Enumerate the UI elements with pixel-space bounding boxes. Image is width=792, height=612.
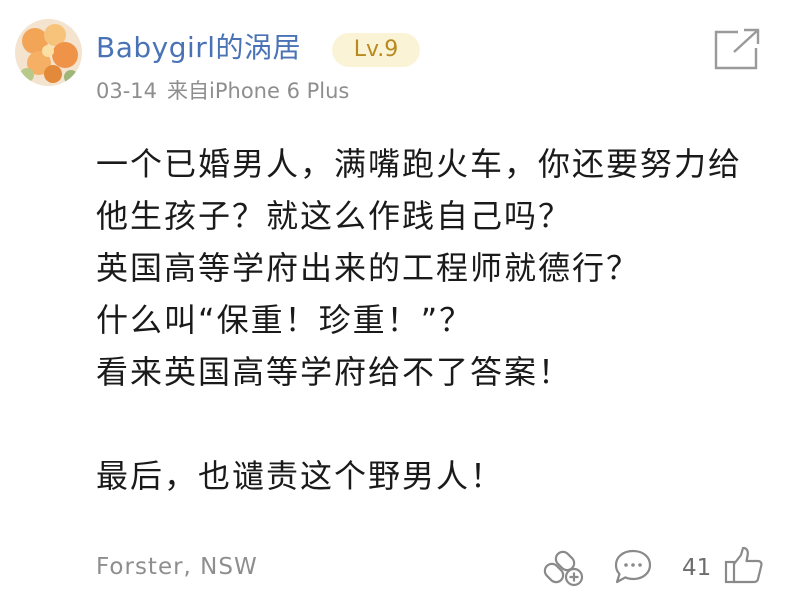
share-button[interactable]: [712, 28, 762, 72]
body-line: 最后，也谴责这个野男人！: [96, 457, 505, 495]
link-relay-icon: [543, 550, 584, 587]
level-badge: Lv.9: [332, 33, 420, 67]
like-count: 41: [682, 555, 712, 581]
body-line: 一个已婚男人，满嘴跑火车，你还要努力给: [96, 145, 743, 183]
comment-button[interactable]: [612, 547, 654, 587]
avatar[interactable]: [15, 19, 82, 86]
post-location: Forster, NSW: [96, 554, 258, 580]
post-body: 一个已婚男人，满嘴跑火车，你还要努力给 他生孩子？就这么作践自己吗？ 英国高等学…: [96, 138, 776, 502]
post-date: 03-14: [96, 79, 158, 103]
body-line: 什么叫“保重！珍重！”？: [96, 301, 474, 339]
comment-icon: [614, 549, 652, 584]
body-line: 他生孩子？就这么作践自己吗？: [96, 197, 573, 235]
relay-button[interactable]: [543, 547, 585, 587]
body-line: 看来英国高等学府给不了答案！: [96, 353, 573, 391]
body-line: 英国高等学府出来的工程师就德行？: [96, 249, 641, 287]
post-meta: 03-14 来自iPhone 6 Plus: [96, 78, 349, 104]
like-button[interactable]: [722, 545, 766, 587]
share-icon: [714, 28, 760, 70]
post-source: 来自iPhone 6 Plus: [167, 79, 350, 103]
thumbs-up-icon: [724, 546, 763, 584]
username[interactable]: Babygirl的涡居: [96, 30, 301, 66]
